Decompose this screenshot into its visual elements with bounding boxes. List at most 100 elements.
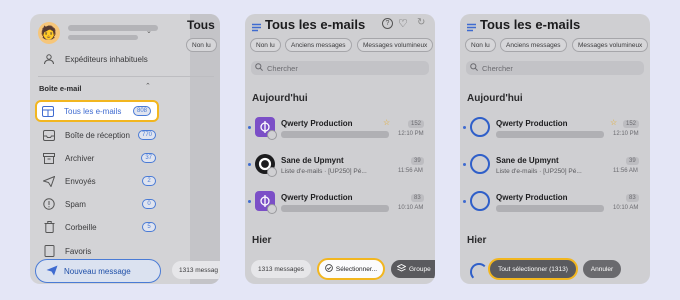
- mail-select-panel: Tous les e-mails Non lu Anciens messages…: [460, 14, 650, 284]
- sent-icon: [42, 174, 56, 188]
- sidebar-item-sent[interactable]: Envoyés 2: [38, 170, 162, 192]
- preview-placeholder: [281, 131, 389, 138]
- sender-name: Qwerty Production: [496, 119, 568, 128]
- select-button[interactable]: Sélectionner...: [317, 258, 385, 280]
- cancel-button[interactable]: Annuler: [583, 260, 621, 278]
- email-time: 10:10 AM: [613, 205, 639, 211]
- chevron-down-icon[interactable]: ⌄: [146, 27, 152, 35]
- sidebar-item-label: Corbeille: [65, 222, 97, 232]
- sidebar-item-label: Envoyés: [65, 176, 96, 186]
- compose-icon: [46, 265, 58, 278]
- count-badge: 5: [142, 222, 156, 232]
- spam-icon: [42, 197, 56, 211]
- mailbox-header: Boîte e-mail: [39, 84, 82, 93]
- select-all-button[interactable]: Tout sélectionner (1313): [488, 258, 578, 280]
- sender-name: Qwerty Production: [281, 193, 353, 202]
- email-time: 11:56 AM: [613, 168, 638, 174]
- unread-dot: [248, 163, 251, 166]
- chip-unread[interactable]: Non lu: [186, 38, 217, 52]
- chip-large-messages[interactable]: Messages volumineux: [357, 38, 434, 52]
- sidebar-item-archive[interactable]: Archiver 37: [38, 147, 162, 169]
- divider: [38, 76, 214, 77]
- newsletter-icon: [267, 204, 277, 214]
- count-badge: 770: [137, 130, 156, 140]
- email-time: 11:56 AM: [398, 168, 423, 174]
- unwanted-senders-label: Expéditeurs inhabituels: [65, 54, 148, 64]
- section-today: Aujourd'hui: [467, 93, 523, 104]
- chevron-up-icon[interactable]: ⌃: [145, 82, 151, 90]
- star-icon[interactable]: ☆: [610, 118, 617, 127]
- avatar[interactable]: 🧑: [38, 22, 60, 44]
- chip-old-messages[interactable]: Anciens messages: [500, 38, 567, 52]
- email-row[interactable]: Qwerty Production 83 10:10 AM: [460, 191, 650, 221]
- chip-unread[interactable]: Non lu: [465, 38, 496, 52]
- email-row[interactable]: Sane de Upmynt 39 Liste d'e-mails · [UP2…: [460, 154, 650, 184]
- chip-large-messages[interactable]: Messages volumineux: [572, 38, 649, 52]
- menu-icon[interactable]: [252, 19, 261, 37]
- refresh-icon[interactable]: ↻: [417, 17, 425, 28]
- sender-name: Sane de Upmynt: [281, 156, 344, 165]
- search-icon: [255, 63, 263, 73]
- unread-dot: [463, 163, 466, 166]
- sidebar-item-spam[interactable]: Spam 0: [38, 193, 162, 215]
- newsletter-icon: [267, 167, 277, 177]
- thread-count: 39: [411, 157, 424, 165]
- email-preview: Liste d'e-mails · [UP250] Pé...: [281, 168, 367, 175]
- count-badge: 0: [142, 199, 156, 209]
- select-checkbox[interactable]: [470, 154, 490, 174]
- thread-count: 83: [626, 194, 639, 202]
- all-mail-icon: [41, 104, 55, 118]
- sender-name: Sane de Upmynt: [496, 156, 559, 165]
- email-preview: Liste d'e-mails · [UP250] Pé...: [496, 168, 582, 175]
- select-checkbox[interactable]: [470, 191, 490, 211]
- inbox-icon: [42, 128, 56, 142]
- menu-icon[interactable]: [467, 19, 476, 37]
- select-checkbox[interactable]: [470, 263, 488, 281]
- unread-dot: [463, 200, 466, 203]
- layers-icon: [396, 263, 407, 274]
- section-yesterday: Hier: [467, 235, 487, 246]
- chip-old-messages[interactable]: Anciens messages: [285, 38, 352, 52]
- select-checkbox[interactable]: [470, 117, 490, 137]
- sidebar-item-label: Spam: [65, 199, 86, 209]
- page-title: Tous les e-mails: [265, 17, 366, 32]
- email-time: 12:10 PM: [613, 131, 639, 137]
- help-icon[interactable]: ?: [382, 18, 393, 29]
- new-message-button[interactable]: Nouveau message: [35, 259, 161, 283]
- preview-placeholder: [496, 205, 604, 212]
- email-row[interactable]: Qwerty Production ☆ 152 12:10 PM: [460, 117, 650, 147]
- sidebar-item-all-mail[interactable]: Tous les e-mails 808: [35, 100, 159, 122]
- heart-icon[interactable]: ♡: [398, 17, 408, 30]
- search-placeholder: Chercher: [482, 63, 513, 73]
- sidebar-item-label: Boîte de réception: [65, 130, 130, 140]
- section-today: Aujourd'hui: [252, 93, 308, 104]
- unwanted-senders-icon: [42, 52, 56, 66]
- group-button[interactable]: Groupe: [391, 260, 435, 278]
- archive-icon: [42, 151, 56, 165]
- thread-count: 39: [626, 157, 639, 165]
- unwanted-senders-item[interactable]: Expéditeurs inhabituels: [38, 52, 148, 66]
- search-input[interactable]: Chercher: [466, 61, 644, 75]
- page-title: Tous: [187, 18, 215, 32]
- trash-icon: [42, 220, 56, 234]
- count-badge: 808: [132, 106, 151, 116]
- sidebar-item-inbox[interactable]: Boîte de réception 770: [38, 124, 162, 146]
- message-count-pill: 1313 messag: [172, 261, 220, 279]
- new-message-label: Nouveau message: [64, 266, 131, 276]
- unread-dot: [248, 200, 251, 203]
- email-row[interactable]: Sane de Upmynt 39 Liste d'e-mails · [UP2…: [245, 154, 435, 184]
- star-icon[interactable]: ☆: [383, 118, 390, 127]
- email-row[interactable]: Qwerty Production 83 10:10 AM: [245, 191, 435, 221]
- sidebar-panel: 🧑 ⌄ Tous Non lu Expéditeurs inhabituels …: [30, 14, 220, 284]
- message-count-pill: 1313 messages: [251, 260, 311, 278]
- email-row[interactable]: Qwerty Production ☆ 152 12:10 PM: [245, 117, 435, 147]
- search-input[interactable]: Chercher: [251, 61, 429, 75]
- page-title: Tous les e-mails: [480, 17, 581, 32]
- newsletter-icon: [267, 130, 277, 140]
- sender-name: Qwerty Production: [281, 119, 353, 128]
- sidebar-item-label: Tous les e-mails: [64, 106, 122, 116]
- sidebar-item-trash[interactable]: Corbeille 5: [38, 216, 162, 238]
- chip-unread[interactable]: Non lu: [250, 38, 281, 52]
- count-badge: 37: [141, 153, 156, 163]
- thread-count: 83: [411, 194, 424, 202]
